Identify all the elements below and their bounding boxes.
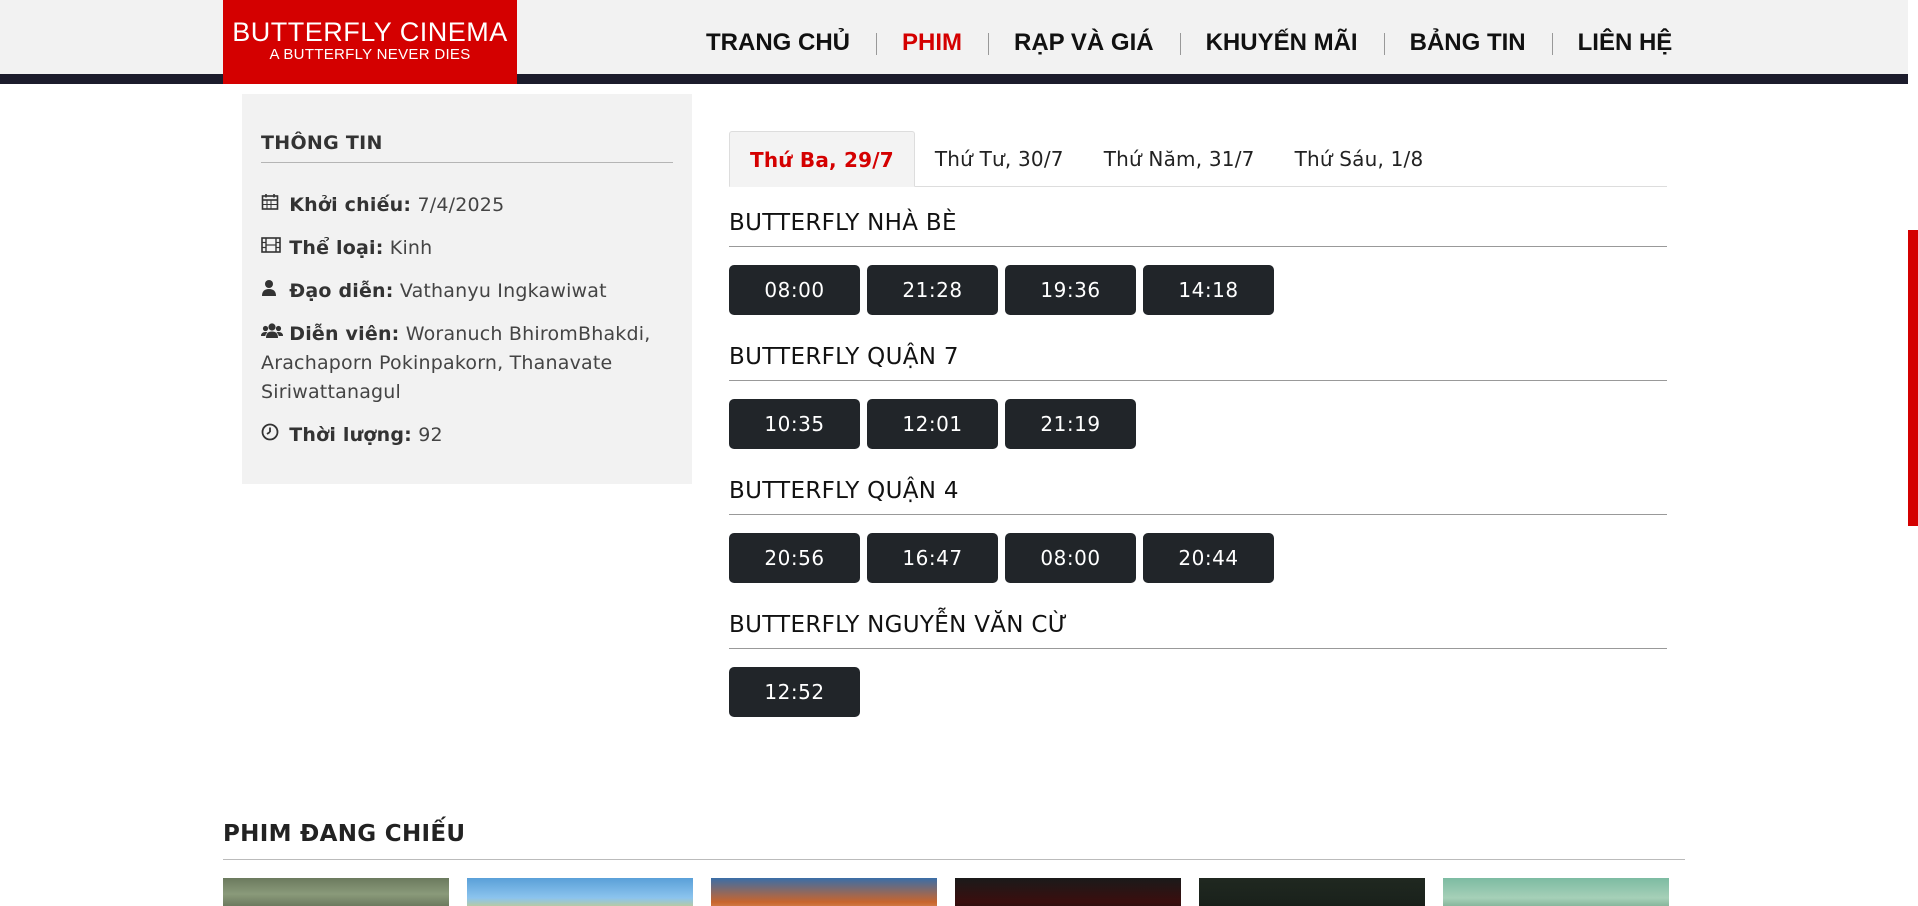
director-value: Vathanyu Ingkawiwat xyxy=(399,280,607,302)
site-header: BUTTERFLY CINEMA A BUTTERFLY NEVER DIES … xyxy=(0,0,1908,84)
logo-tagline: A BUTTERFLY NEVER DIES xyxy=(269,46,471,63)
calendar-icon xyxy=(261,191,283,220)
showtimes-list: BUTTERFLY NHÀ BÈ 08:00 21:28 19:36 14:18… xyxy=(729,210,1667,746)
nav-contact[interactable]: LIÊN HỆ xyxy=(1551,26,1699,60)
cinema-block: BUTTERFLY QUẬN 7 10:35 12:01 21:19 xyxy=(729,344,1667,478)
cast-row: Diễn viên: Woranuch BhiromBhakdi, Aracha… xyxy=(261,320,673,407)
showtime-button[interactable]: 14:18 xyxy=(1143,265,1274,315)
showtime-button[interactable]: 12:01 xyxy=(867,399,998,449)
cinema-block: BUTTERFLY NGUYỄN VĂN CỪ 12:52 xyxy=(729,612,1667,746)
now-showing-title: PHIM ĐANG CHIẾU xyxy=(223,821,1685,860)
cinema-block: BUTTERFLY QUẬN 4 20:56 16:47 08:00 20:44 xyxy=(729,478,1667,612)
director-row: Đạo diễn: Vathanyu Ingkawiwat xyxy=(261,277,673,306)
showtime-row: 10:35 12:01 21:19 xyxy=(729,399,1667,449)
release-label: Khởi chiếu: xyxy=(289,194,412,216)
cinema-name: BUTTERFLY NGUYỄN VĂN CỪ xyxy=(729,612,1667,649)
site-logo[interactable]: BUTTERFLY CINEMA A BUTTERFLY NEVER DIES xyxy=(223,0,517,84)
showtime-button[interactable]: 19:36 xyxy=(1005,265,1136,315)
tab-date-3[interactable]: Thứ Năm, 31/7 xyxy=(1084,131,1275,187)
release-value: 7/4/2025 xyxy=(417,194,505,216)
showtime-button[interactable]: 10:35 xyxy=(729,399,860,449)
movie-poster[interactable] xyxy=(467,878,693,906)
showtime-row: 12:52 xyxy=(729,667,1667,717)
showtime-button[interactable]: 20:44 xyxy=(1143,533,1274,583)
duration-label: Thời lượng: xyxy=(289,424,412,446)
showtime-button[interactable]: 20:56 xyxy=(729,533,860,583)
duration-value: 92 xyxy=(418,424,443,446)
genre-value: Kinh xyxy=(389,237,433,259)
now-showing-posters xyxy=(223,878,1669,906)
tab-date-4[interactable]: Thứ Sáu, 1/8 xyxy=(1275,131,1444,187)
main-nav: TRANG CHỦ PHIM RẠP VÀ GIÁ KHUYẾN MÃI BẢN… xyxy=(680,26,1698,60)
genre-row: Thể loại: Kinh xyxy=(261,234,673,263)
nav-movies[interactable]: PHIM xyxy=(876,26,988,60)
showtime-button[interactable]: 08:00 xyxy=(729,265,860,315)
showtime-button[interactable]: 12:52 xyxy=(729,667,860,717)
cinema-name: BUTTERFLY QUẬN 7 xyxy=(729,344,1667,381)
movie-poster[interactable] xyxy=(955,878,1181,906)
cinema-name: BUTTERFLY QUẬN 4 xyxy=(729,478,1667,515)
showtime-row: 20:56 16:47 08:00 20:44 xyxy=(729,533,1667,583)
genre-label: Thể loại: xyxy=(289,237,384,259)
clock-icon xyxy=(261,421,283,450)
logo-name: BUTTERFLY CINEMA xyxy=(232,17,508,47)
cast-label: Diễn viên: xyxy=(289,323,400,345)
showtime-button[interactable]: 08:00 xyxy=(1005,533,1136,583)
user-icon xyxy=(261,277,283,306)
nav-promotions[interactable]: KHUYẾN MÃI xyxy=(1179,26,1384,60)
movie-poster[interactable] xyxy=(1443,878,1669,906)
scroll-accent xyxy=(1908,230,1918,526)
date-tabs: Thứ Ba, 29/7 Thứ Tư, 30/7 Thứ Năm, 31/7 … xyxy=(729,131,1667,187)
tab-date-1[interactable]: Thứ Ba, 29/7 xyxy=(729,131,915,187)
nav-home[interactable]: TRANG CHỦ xyxy=(680,26,876,60)
showtime-button[interactable]: 16:47 xyxy=(867,533,998,583)
movie-poster[interactable] xyxy=(711,878,937,906)
movie-poster[interactable] xyxy=(223,878,449,906)
nav-news[interactable]: BẢNG TIN xyxy=(1383,26,1552,60)
film-icon xyxy=(261,234,283,263)
release-date-row: Khởi chiếu: 7/4/2025 xyxy=(261,191,673,220)
info-title: THÔNG TIN xyxy=(261,132,673,163)
nav-theaters-prices[interactable]: RẠP VÀ GIÁ xyxy=(988,26,1180,60)
showtime-button[interactable]: 21:19 xyxy=(1005,399,1136,449)
cinema-block: BUTTERFLY NHÀ BÈ 08:00 21:28 19:36 14:18 xyxy=(729,210,1667,344)
movie-poster[interactable] xyxy=(1199,878,1425,906)
duration-row: Thời lượng: 92 xyxy=(261,421,673,450)
cinema-name: BUTTERFLY NHÀ BÈ xyxy=(729,210,1667,247)
showtime-row: 08:00 21:28 19:36 14:18 xyxy=(729,265,1667,315)
tab-date-2[interactable]: Thứ Tư, 30/7 xyxy=(915,131,1084,187)
users-icon xyxy=(261,320,283,349)
movie-info-panel: THÔNG TIN Khởi chiếu: 7/4/2025 Thể loại:… xyxy=(242,94,692,484)
director-label: Đạo diễn: xyxy=(289,280,394,302)
showtime-button[interactable]: 21:28 xyxy=(867,265,998,315)
